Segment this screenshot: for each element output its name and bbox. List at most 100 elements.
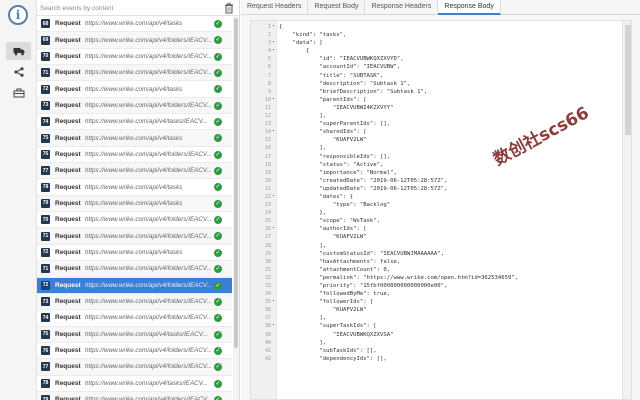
code-text: "KUAFV2LW" [279,234,367,241]
event-row[interactable]: 73 Request https://www.wrike.com/api/v4/fo… [37,97,232,115]
event-row[interactable]: 78 Request https://www.wrike.com/api/v4/ta… [37,179,232,196]
line-number: 36 [264,307,271,314]
code-text: "createdDate": "2019-06-12T05:28:57Z", [279,177,448,184]
code-text: "superParentIds": [], [279,121,391,128]
event-row[interactable]: 70 Request https://www.wrike.com/api/v4/fo… [37,212,232,229]
event-row[interactable]: 73 Request https://www.wrike.com/api/v4/fo… [37,293,232,311]
line-number: 31 [264,266,271,273]
line-number: 39 [264,331,271,338]
tab-response-headers[interactable]: Response Headers [365,0,439,15]
tab-response-body[interactable]: Response Body [438,0,501,15]
truck-icon[interactable] [6,42,31,60]
event-url: https://www.wrike.com/api/v4/folders/IEA… [85,314,212,322]
check-icon: ✓ [214,69,222,78]
code-line: 41 "subTaskIds": [], [251,347,621,355]
fold-icon[interactable]: ▾ [272,298,277,306]
code-text: ], [279,113,327,120]
request-type-icon: 77 [41,166,50,176]
event-url: https://www.wrike.com/api/v4/folders/IEA… [85,298,212,306]
code-line: 3 ▾ "data": [ [251,39,621,47]
response-body-editor[interactable]: 1 ▾{2 "kind": "tasks", 3 ▾ "data": [4 ▾ {5 "… [250,20,632,400]
fold-icon[interactable]: ▾ [272,193,277,201]
event-row[interactable]: 77 Request https://www.wrike.com/api/v4/fo… [37,359,232,376]
event-row[interactable]: 68 Request https://www.wrike.com/api/v4/ta… [37,16,232,33]
event-row[interactable]: 76 Request https://www.wrike.com/api/v4/fo… [37,342,232,360]
request-type-icon: 75 [41,133,50,143]
code-line: 29 "customStatusId": "IEACVUBWJMAAAAAA", [251,250,621,258]
code-text: "IEACVUBWKQXZXVSA" [279,331,394,338]
search-input[interactable] [40,2,218,14]
tab-request-headers[interactable]: Request Headers [241,0,309,15]
events-panel: 68 Request https://www.wrike.com/api/v4/ta… [37,0,240,400]
check-icon: ✓ [214,36,222,45]
info-icon[interactable]: i [8,5,28,25]
event-row[interactable]: 69 Request https://www.wrike.com/api/v4/fo… [37,32,232,49]
check-icon: ✓ [214,395,222,400]
line-number: 4 [267,48,271,55]
events-scrollbar[interactable] [233,16,239,400]
detail-panel: Request Headers Request Body Response Head… [241,0,640,400]
event-row[interactable]: 79 Request https://www.wrike.com/api/v4/ta… [37,195,232,213]
code-line: 40 ], [251,339,621,347]
event-row[interactable]: 71 Request https://www.wrike.com/api/v4/fo… [37,228,232,245]
fold-icon[interactable]: ▾ [272,39,277,47]
line-number: 8 [267,80,271,87]
fold-icon[interactable]: ▾ [272,23,277,31]
code-line: 37 ], [251,314,621,322]
code-text: "permalink": "https://www.wrike.com/open… [279,274,519,281]
code-text: "dates": { [279,193,354,200]
line-number: 17 [264,153,271,160]
line-number: 28 [264,242,271,249]
event-row[interactable]: 75 Request https://www.wrike.com/api/v4/ta… [37,130,232,147]
fold-icon[interactable]: ▾ [272,322,277,330]
event-row[interactable]: 79 Request https://www.wrike.com/api/v4/fo… [37,391,232,400]
code-text: "followedByMe": true, [279,291,391,298]
editor-scrollbar[interactable] [622,21,631,399]
event-row[interactable]: 74 Request https://www.wrike.com/api/v4/fo… [37,310,232,327]
event-row[interactable]: 78 Request https://www.wrike.com/api/v4/ta… [37,375,232,392]
trash-icon[interactable] [223,2,235,14]
event-row[interactable]: 76 Request https://www.wrike.com/api/v4/fo… [37,146,232,164]
event-row[interactable]: 72 Request https://www.wrike.com/api/v4/ta… [37,81,232,98]
event-row[interactable]: 74 Request https://www.wrike.com/api/v4/ta… [37,114,232,131]
line-number: 12 [264,113,271,120]
code-line: 10 ▾ "parentIds": [ [251,96,621,104]
code-text: "importance": "Normal", [279,169,397,176]
fold-icon[interactable]: ▾ [272,96,277,104]
fold-icon[interactable]: ▾ [272,47,277,55]
code-line: 25 "scope": "WsTask", [251,217,621,225]
event-row[interactable]: 71 Request https://www.wrike.com/api/v4/fo… [37,261,232,278]
event-row[interactable]: 77 Request https://www.wrike.com/api/v4/fo… [37,163,232,180]
event-row[interactable]: 72 Request https://www.wrike.com/api/v4/ta… [37,244,232,262]
toolbox-icon[interactable] [6,84,31,102]
code-text: "data": [ [279,40,323,47]
editor-scrollbar-thumb[interactable] [625,25,631,135]
line-number: 3 [267,40,271,47]
check-icon: ✓ [214,167,222,176]
event-url: https://www.wrike.com/api/v4/folders/IEA… [85,281,212,289]
scrollbar-thumb[interactable] [234,18,238,348]
event-list: 68 Request https://www.wrike.com/api/v4/ta… [37,16,232,400]
request-type-icon: 76 [41,346,50,356]
fold-icon[interactable]: ▾ [272,128,277,136]
event-row[interactable]: 71 Request https://www.wrike.com/api/v4/fo… [37,65,232,82]
check-icon: ✓ [214,52,222,61]
event-row[interactable]: 75 Request https://www.wrike.com/api/v4/ta… [37,326,232,343]
fold-icon[interactable]: ▾ [272,225,277,233]
tab-request-body[interactable]: Request Body [308,0,366,15]
share-icon[interactable] [6,63,31,81]
event-url: https://www.wrike.com/api/v4/tasks [85,134,183,142]
code-text: "attachmentCount": 0, [279,266,391,273]
event-row[interactable]: 70 Request https://www.wrike.com/api/v4/fo… [37,48,232,66]
code-line: 8 "description": "Subtask 1", [251,80,621,88]
event-url: https://www.wrike.com/api/v4/folders/IEA… [85,150,212,158]
code-text: ], [279,145,327,152]
code-line: 39 "IEACVUBWKQXZXVSA" [251,331,621,339]
event-row[interactable]: 72 Request https://www.wrike.com/api/v4/fo… [37,277,232,294]
search-bar [37,0,240,16]
check-icon: ✓ [214,216,222,225]
request-type-icon: 73 [41,100,50,110]
line-number: 21 [264,185,271,192]
code-text: "dependencyIds": [], [279,355,387,362]
check-icon: ✓ [214,150,222,159]
